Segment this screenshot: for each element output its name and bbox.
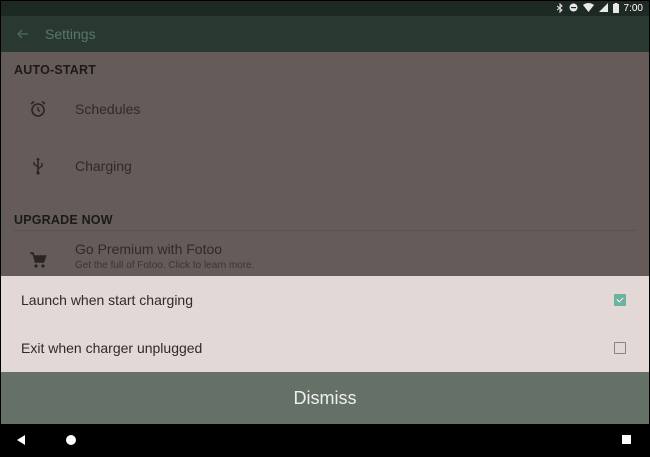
- section-header-upgrade-now: UPGRADE NOW: [14, 213, 113, 227]
- option-label: Launch when start charging: [21, 292, 193, 308]
- charging-options-sheet: Launch when start charging Exit when cha…: [1, 276, 649, 372]
- usb-icon: [1, 157, 75, 175]
- status-time: 7:00: [623, 3, 643, 14]
- signal-icon: [598, 3, 608, 14]
- exit-when-unplugged-checkbox[interactable]: [614, 342, 626, 354]
- launch-when-charging-checkbox[interactable]: [614, 294, 626, 306]
- option-launch-when-charging[interactable]: Launch when start charging: [1, 276, 649, 324]
- cart-icon: [1, 241, 75, 269]
- settings-item-label: Schedules: [75, 101, 141, 117]
- settings-item-sublabel: Get the full of Fotoo. Click to learn mo…: [75, 260, 255, 271]
- alarm-clock-icon: [1, 100, 75, 118]
- navigation-bar: [1, 424, 649, 456]
- wifi-icon: [582, 3, 594, 14]
- dismiss-button[interactable]: Dismiss: [1, 372, 649, 424]
- back-arrow-icon[interactable]: [1, 26, 45, 42]
- app-bar: Settings: [1, 16, 649, 52]
- section-header-auto-start: AUTO-START: [14, 63, 97, 77]
- nav-back-icon[interactable]: [17, 435, 25, 445]
- option-exit-when-unplugged[interactable]: Exit when charger unplugged: [1, 324, 649, 372]
- nav-home-icon[interactable]: [66, 435, 76, 445]
- page-title: Settings: [45, 26, 96, 42]
- do-not-disturb-icon: [569, 3, 578, 14]
- settings-item-charging[interactable]: Charging: [1, 142, 649, 190]
- nav-recents-icon[interactable]: [622, 435, 631, 444]
- option-label: Exit when charger unplugged: [21, 340, 203, 356]
- settings-item-label: Go Premium with Fotoo: [75, 241, 223, 257]
- settings-item-schedules[interactable]: Schedules: [1, 85, 649, 133]
- battery-icon: [612, 2, 619, 15]
- bluetooth-icon: [556, 2, 564, 15]
- settings-item-label: Charging: [75, 158, 132, 174]
- status-bar: 7:00: [1, 1, 649, 16]
- section-divider: [14, 230, 636, 231]
- settings-screen: 7:00 Settings AUTO-START Schedules Charg…: [1, 1, 649, 456]
- settings-item-go-premium[interactable]: Go Premium with Fotoo Get the full of Fo…: [1, 241, 649, 277]
